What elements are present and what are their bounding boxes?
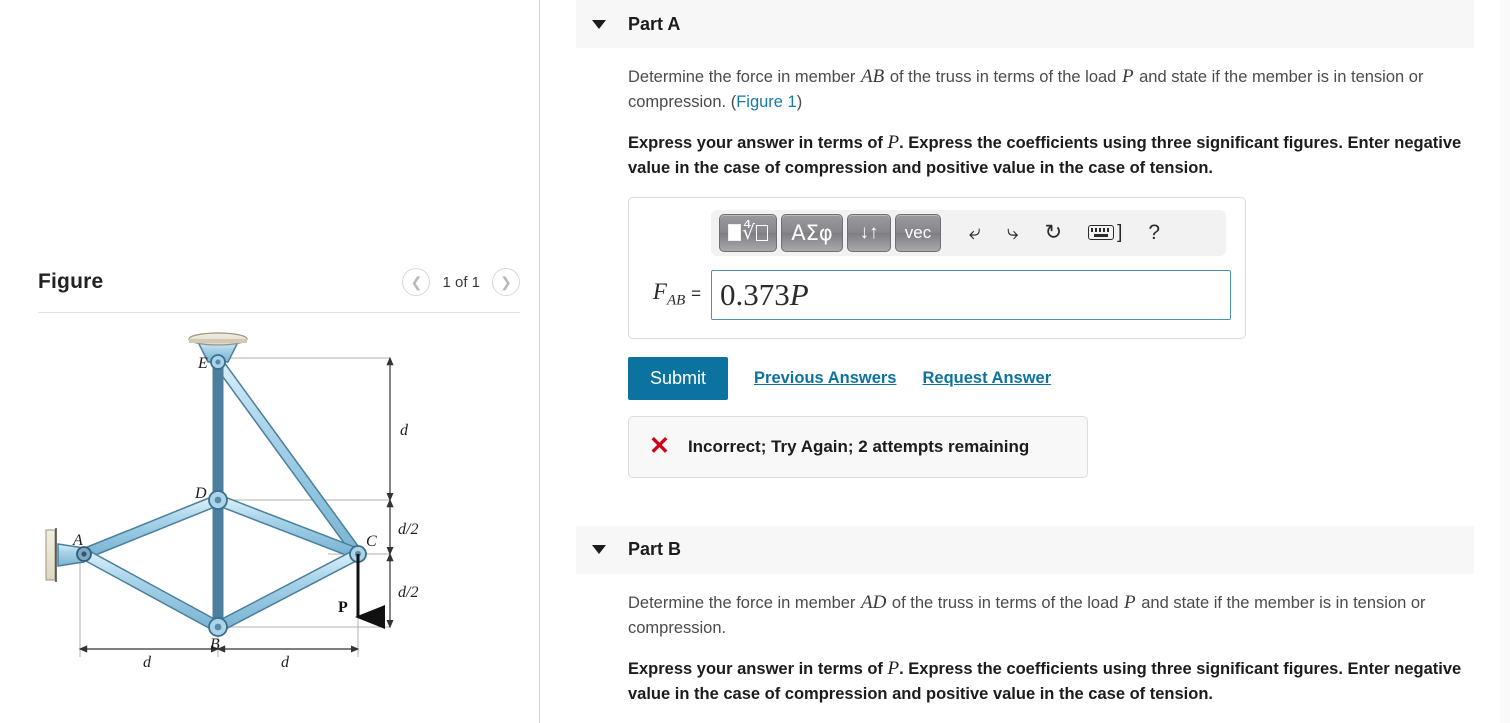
page-scrollbar[interactable] xyxy=(1500,0,1510,723)
answer-row: FAB = 0.373 P xyxy=(643,269,1231,320)
fraction-radical-icon: ∜ xyxy=(728,220,768,245)
page-root: Review Figure ❮ 1 of 1 ❯ xyxy=(0,0,1510,723)
figure-nav: ❮ 1 of 1 ❯ xyxy=(402,268,520,296)
part-a-instruction: Express your answer in terms of P. Expre… xyxy=(628,130,1463,180)
part-a-feedback: ✕ Incorrect; Try Again; 2 attempts remai… xyxy=(628,415,1088,478)
answer-input[interactable]: 0.373 P xyxy=(711,269,1231,320)
svg-text:A: A xyxy=(72,532,83,549)
caret-down-icon[interactable] xyxy=(592,545,606,555)
svg-text:d/2: d/2 xyxy=(398,584,418,601)
keyboard-icon[interactable] xyxy=(1088,225,1115,241)
reset-icon[interactable]: ↻ xyxy=(1045,222,1063,243)
prompt-end: ) xyxy=(796,92,803,111)
part-a-answer-box: ∜ ΑΣφ ↓↑ vec ⤶ ⤷ ↻ ] ? FAB = 0.373 P xyxy=(628,196,1246,339)
part-a-header[interactable]: Part A xyxy=(576,0,1474,48)
figure-diagram[interactable]: E D B C A P d d/2 d/2 d d xyxy=(38,322,520,702)
prompt-mid: of the truss in terms of the load xyxy=(885,68,1121,86)
prompt-load: P xyxy=(1124,591,1136,613)
instruction-pre: Express your answer in terms of xyxy=(628,660,888,679)
part-b-instruction: Express your answer in terms of P. Expre… xyxy=(628,656,1463,706)
part-a-prompt: Determine the force in member AB of the … xyxy=(628,64,1468,114)
previous-answers-link[interactable]: Previous Answers xyxy=(754,369,896,388)
editor-tool-icons: ⤶ ⤷ ↻ ] ? xyxy=(969,222,1160,244)
redo-icon[interactable]: ⤷ xyxy=(1007,222,1019,243)
figure-pane: Figure ❮ 1 of 1 ❯ E D B C A P d d/2 d/2 … xyxy=(0,0,539,723)
keyboard-bracket-label: ] xyxy=(1117,221,1123,243)
part-a-body: Determine the force in member AB of the … xyxy=(576,64,1474,478)
vector-button[interactable]: vec xyxy=(895,213,941,252)
part-b-header[interactable]: Part B xyxy=(576,525,1474,574)
answer-label-main: F xyxy=(652,279,667,305)
figure-counter: 1 of 1 xyxy=(442,273,480,291)
math-toolbar: ∜ ΑΣφ ↓↑ vec ⤶ ⤷ ↻ ] ? xyxy=(711,209,1226,256)
x-mark-icon: ✕ xyxy=(649,432,670,461)
caret-down-icon[interactable] xyxy=(592,19,606,29)
prompt-pre: Determine the force in member xyxy=(628,593,861,612)
figure-header: Figure ❮ 1 of 1 ❯ xyxy=(38,268,520,296)
svg-text:B: B xyxy=(210,636,220,653)
greek-symbols-button[interactable]: ΑΣφ xyxy=(781,213,843,252)
updown-arrows-button[interactable]: ↓↑ xyxy=(847,213,891,252)
prompt-mid: of the truss in terms of the load xyxy=(887,593,1124,612)
truss-diagram-svg: E D B C A P d d/2 d/2 d d xyxy=(45,332,418,671)
fraction-radical-button[interactable]: ∜ xyxy=(719,213,777,252)
svg-text:d: d xyxy=(400,422,409,439)
instruction-var: P xyxy=(887,132,900,154)
figure-divider xyxy=(38,312,520,313)
figure-1-link[interactable]: Figure 1 xyxy=(736,93,797,111)
answer-value-number: 0.373 xyxy=(720,276,790,312)
pane-divider xyxy=(539,0,540,723)
svg-text:C: C xyxy=(366,533,377,550)
problem-content: Part A Determine the force in member AB … xyxy=(576,0,1474,723)
instruction-pre: Express your answer in terms of xyxy=(628,134,888,153)
part-a-title: Part A xyxy=(628,13,681,34)
svg-text:d/2: d/2 xyxy=(398,521,418,538)
part-b-prompt: Determine the force in member AD of the … xyxy=(628,590,1468,640)
svg-text:d: d xyxy=(281,654,290,671)
undo-icon[interactable]: ⤶ xyxy=(969,222,981,243)
svg-text:d: d xyxy=(143,654,152,671)
part-b-body: Determine the force in member AD of the … xyxy=(576,590,1474,723)
prompt-load: P xyxy=(1121,66,1134,87)
svg-text:D: D xyxy=(194,485,207,502)
help-icon[interactable]: ? xyxy=(1148,222,1160,243)
svg-text:E: E xyxy=(197,355,208,372)
part-b-title: Part B xyxy=(628,539,682,560)
prompt-member: AB xyxy=(861,66,885,87)
answer-label-sub: AB xyxy=(666,293,686,310)
answer-label: FAB = xyxy=(643,279,701,310)
answer-label-equals: = xyxy=(691,284,701,304)
figure-title: Figure xyxy=(38,270,104,293)
prompt-member: AD xyxy=(861,591,887,613)
instruction-var: P xyxy=(887,658,900,680)
feedback-text: Incorrect; Try Again; 2 attempts remaini… xyxy=(687,436,1030,456)
chevron-left-icon[interactable]: ❮ xyxy=(402,268,431,296)
keyboard-shortcut-group[interactable]: ] xyxy=(1088,222,1122,244)
svg-text:P: P xyxy=(338,599,348,616)
submit-button[interactable]: Submit xyxy=(628,356,729,400)
chevron-right-icon[interactable]: ❯ xyxy=(492,268,520,296)
answer-value-variable: P xyxy=(789,276,809,312)
request-answer-link[interactable]: Request Answer xyxy=(922,369,1051,388)
prompt-pre: Determine the force in member xyxy=(628,68,861,86)
part-a-submit-row: Submit Previous Answers Request Answer xyxy=(628,356,1474,400)
